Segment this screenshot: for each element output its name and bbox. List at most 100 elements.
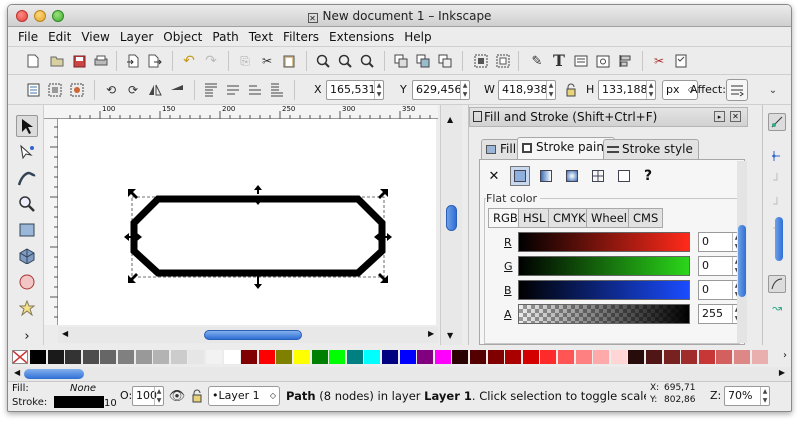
- rotate-ccw-icon[interactable]: ⟲: [102, 81, 120, 99]
- open-icon[interactable]: [48, 52, 66, 70]
- scroll-up-icon[interactable]: ▲: [447, 115, 453, 124]
- panel-scroll-thumb[interactable]: [738, 225, 746, 297]
- palette-swatch[interactable]: [153, 350, 170, 364]
- palette-swatch[interactable]: [118, 350, 134, 364]
- y-field[interactable]: 629,456 ▲ ▼: [412, 80, 470, 100]
- menu-extensions[interactable]: Extensions: [324, 27, 399, 47]
- menu-view[interactable]: View: [76, 27, 114, 47]
- minimize-window-button[interactable]: [34, 10, 46, 22]
- canvas-vertical-scrollbar[interactable]: ▲ ▼: [440, 105, 462, 345]
- export-icon[interactable]: [146, 52, 164, 70]
- palette-swatch[interactable]: [417, 350, 434, 364]
- palette-swatch[interactable]: [646, 350, 662, 364]
- menu-path[interactable]: Path: [207, 27, 243, 47]
- channel-b-field[interactable]: 0▲▼: [698, 280, 742, 300]
- zoom-tool-icon[interactable]: [16, 193, 38, 215]
- new-document-icon[interactable]: [24, 52, 42, 70]
- palette-swatch[interactable]: [487, 350, 504, 364]
- zoom-selection-icon[interactable]: [314, 52, 332, 70]
- scroll-down-icon[interactable]: ▼: [447, 331, 453, 340]
- star-tool-icon[interactable]: [16, 297, 38, 319]
- palette-swatch[interactable]: [258, 350, 275, 364]
- channel-g-slider[interactable]: [518, 256, 690, 276]
- flip-vertical-icon[interactable]: [168, 81, 186, 99]
- linear-gradient-button[interactable]: [536, 166, 556, 186]
- menu-edit[interactable]: Edit: [43, 27, 76, 47]
- unlink-clone-icon[interactable]: [436, 52, 454, 70]
- palette-swatch[interactable]: [575, 350, 592, 364]
- text-font-dialog-icon[interactable]: T: [550, 51, 568, 70]
- unset-paint-button[interactable]: ?: [638, 166, 658, 186]
- ellipse-tool-icon[interactable]: [16, 271, 38, 293]
- fill-stroke-dialog-icon[interactable]: ✎: [528, 52, 546, 70]
- palette-swatch[interactable]: [470, 350, 486, 364]
- no-paint-icon[interactable]: ✕: [484, 166, 504, 186]
- vertical-scroll-thumb[interactable]: [446, 205, 457, 231]
- save-icon[interactable]: [70, 52, 88, 70]
- mode-cms[interactable]: CMS: [628, 208, 664, 228]
- palette-swatch[interactable]: [47, 350, 64, 364]
- paste-icon[interactable]: [280, 52, 298, 70]
- zoom-spinner[interactable]: ▲ ▼: [760, 387, 769, 405]
- tab-stroke-style[interactable]: Stroke style: [603, 139, 699, 159]
- palette-swatch[interactable]: [452, 350, 469, 364]
- redo-icon[interactable]: ↷: [202, 52, 220, 70]
- align-distribute-icon[interactable]: [616, 52, 634, 70]
- tweak-tool-icon[interactable]: [16, 167, 38, 189]
- palette-swatch[interactable]: [751, 350, 768, 364]
- mode-hsl[interactable]: HSL: [518, 208, 551, 228]
- menu-object[interactable]: Object: [158, 27, 207, 47]
- height-field[interactable]: 133,188 ▲ ▼: [598, 80, 656, 100]
- palette-swatch[interactable]: [716, 350, 733, 364]
- channel-r-field[interactable]: 0▲▼: [698, 232, 742, 252]
- snap-bar-scroll-thumb[interactable]: [775, 217, 783, 261]
- horizontal-scroll-thumb[interactable]: [204, 330, 302, 340]
- palette-scroll-right-icon[interactable]: ▶: [779, 368, 785, 377]
- zoom-page-icon[interactable]: [358, 52, 376, 70]
- layer-visibility-eye-icon[interactable]: 👁: [168, 387, 186, 405]
- palette-swatch[interactable]: [170, 350, 187, 364]
- x-spinner[interactable]: ▲ ▼: [374, 81, 383, 99]
- zoom-window-button[interactable]: [52, 10, 64, 22]
- snap-bbox-edge-icon[interactable]: ┘: [768, 171, 786, 189]
- document-properties-icon[interactable]: [594, 52, 612, 70]
- more-tools-chevron-icon[interactable]: ›: [16, 325, 38, 347]
- menu-file[interactable]: File: [13, 27, 43, 47]
- snap-bbox-icon[interactable]: [768, 147, 786, 165]
- palette-swatch[interactable]: [610, 350, 627, 364]
- deselect-icon[interactable]: [68, 81, 86, 99]
- palette-swatch[interactable]: [100, 350, 117, 364]
- opacity-field[interactable]: 100 ▲ ▼: [132, 386, 164, 406]
- mode-cmyk[interactable]: CMYK: [548, 208, 591, 228]
- panel-collapse-icon[interactable]: ▸: [714, 111, 725, 122]
- palette-swatch[interactable]: [558, 350, 574, 364]
- panel-close-icon[interactable]: ✕: [730, 111, 741, 122]
- palette-swatch[interactable]: [65, 350, 82, 364]
- radial-gradient-button[interactable]: [562, 166, 582, 186]
- palette-swatch[interactable]: [223, 350, 240, 364]
- tab-stroke-paint[interactable]: Stroke paint: [517, 137, 615, 159]
- layer-lock-icon[interactable]: [188, 387, 206, 405]
- palette-swatch[interactable]: [382, 350, 398, 364]
- palette-swatch[interactable]: [135, 350, 152, 364]
- group-icon[interactable]: [472, 52, 490, 70]
- menu-text[interactable]: Text: [244, 27, 278, 47]
- stroke-color-swatch[interactable]: [54, 396, 104, 408]
- h-spinner[interactable]: ▲ ▼: [646, 81, 655, 99]
- opacity-spinner[interactable]: ▲ ▼: [154, 387, 163, 405]
- channel-a-field[interactable]: 255▲▼: [698, 304, 742, 324]
- palette-swatch[interactable]: [681, 350, 698, 364]
- y-spinner[interactable]: ▲ ▼: [460, 81, 469, 99]
- 3d-box-tool-icon[interactable]: [16, 245, 38, 267]
- channel-a-slider[interactable]: [518, 304, 690, 324]
- overflow-chevron-icon[interactable]: ⌄: [764, 81, 782, 99]
- palette-swatch[interactable]: [276, 350, 293, 364]
- palette-swatch[interactable]: [364, 350, 381, 364]
- current-layer-select[interactable]: •Layer 1 ◇: [208, 386, 280, 406]
- palette-swatch[interactable]: [241, 350, 258, 364]
- clone-icon[interactable]: [414, 52, 432, 70]
- mode-wheel[interactable]: Wheel: [586, 208, 633, 228]
- raise-to-top-icon[interactable]: [202, 81, 220, 99]
- cut-icon[interactable]: ✂: [258, 52, 276, 70]
- snap-bbox-corner-icon[interactable]: ┘: [768, 195, 786, 213]
